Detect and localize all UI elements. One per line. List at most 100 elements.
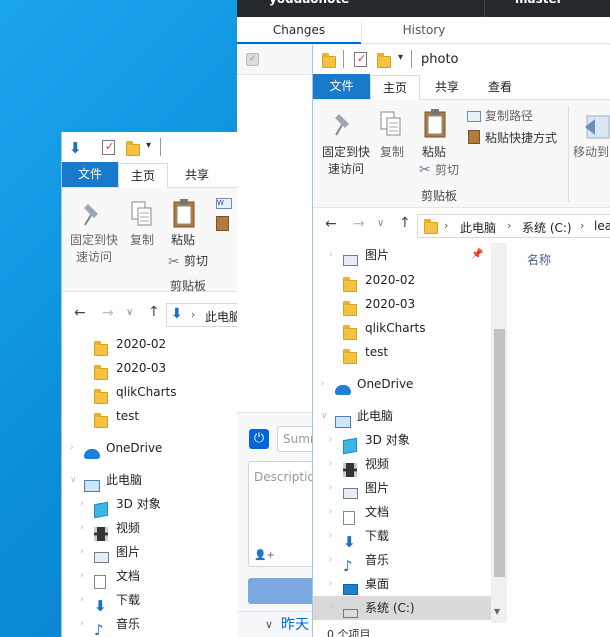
tree-item[interactable]: › 3D 对象 [62,492,242,518]
tab-view[interactable]: 查看 [476,75,524,99]
expand-chevron-icon[interactable]: › [329,548,333,572]
tree-item[interactable]: › 图片 [313,476,491,500]
summary-input[interactable]: Summ [277,426,322,452]
tree-item[interactable]: qlikCharts [313,316,491,340]
back-arrow-icon[interactable]: ← [325,216,337,232]
tree-item[interactable]: › 视频 [313,452,491,477]
tab-file[interactable]: 文件 [62,162,118,187]
quick-access-customize-icon[interactable]: ▾ [398,52,403,63]
breadcrumb-folder-partial[interactable]: lea [594,219,610,233]
tab-history[interactable]: History [362,17,486,44]
expand-chevron-icon[interactable]: › [329,524,333,548]
navigation-scrollbar[interactable]: ▼ [491,243,507,623]
copy-button[interactable]: 复制 [125,232,159,249]
cut-button[interactable]: 剪切 [435,162,465,179]
quick-access-customize-icon[interactable]: ▾ [146,140,151,151]
properties-icon[interactable]: ✓ [102,140,115,155]
address-bar[interactable]: ⬇ › 此电脑 [166,303,246,327]
expand-chevron-icon[interactable]: › [80,588,84,612]
expand-chevron-icon[interactable]: › [80,492,84,516]
breadcrumb-this-pc[interactable]: 此电脑 [460,219,496,236]
tree-item[interactable]: qlikCharts [62,380,242,404]
commit-button[interactable] [248,578,317,604]
tree-item[interactable]: › ♪ 音乐 [62,612,242,637]
tree-item[interactable]: ∨ 此电脑 [62,468,242,492]
properties-icon[interactable]: ✓ [354,52,367,67]
tree-item[interactable]: ∨ 此电脑 [313,404,491,428]
expand-chevron-icon[interactable]: › [80,516,84,540]
tree-item[interactable]: 2020-03 [313,292,491,316]
tree-item[interactable]: › 3D 对象 [313,428,491,454]
tree-item[interactable]: › 桌面 [313,572,491,596]
expand-chevron-icon[interactable]: › [80,564,84,588]
expand-chevron-icon[interactable]: › [329,500,333,524]
tree-item[interactable]: › 图片 📌 [313,243,491,267]
current-branch[interactable]: master [485,0,610,17]
paste-button[interactable]: 粘贴 [166,232,200,249]
quick-access-down-arrow-icon[interactable]: ⬇ [69,139,82,157]
tab-share[interactable]: 共享 [172,163,222,187]
expand-chevron-icon[interactable]: › [329,243,333,267]
expand-chevron-icon[interactable]: › [329,428,333,452]
pin-quick-access-button[interactable]: 固定到快速访问 [317,144,375,178]
tab-home[interactable]: 主页 [370,75,420,100]
scrollbar-thumb[interactable] [494,329,505,577]
expand-chevron-icon[interactable]: › [321,372,325,396]
breadcrumb-this-pc[interactable]: 此电脑 [205,308,241,325]
tree-item[interactable]: › 图片 [62,540,242,564]
tree-item[interactable]: test [313,340,491,364]
tree-item[interactable]: 2020-02 [62,332,242,356]
pin-icon[interactable]: 📌 [471,243,483,267]
copy-path-icon[interactable]: W [216,198,232,209]
tree-item[interactable]: › OneDrive [313,372,491,396]
copy-path-button[interactable]: 复制路径 [485,108,555,125]
move-to-button[interactable]: 移动到 [573,144,610,161]
scroll-down-arrow-icon[interactable]: ▼ [494,607,500,616]
tree-item[interactable]: › ⬇ 下载 [62,588,242,615]
paste-shortcut-button[interactable]: 粘贴快捷方式 [485,130,571,147]
new-folder-icon[interactable] [377,52,391,68]
address-bar[interactable]: › 此电脑 › 系统 (C:) › lea [417,214,610,238]
expand-chevron-icon[interactable]: › [70,436,74,460]
forward-arrow-icon[interactable]: → [102,305,114,321]
select-all-checkbox[interactable]: ✓ [246,53,259,66]
expand-chevron-icon[interactable]: › [329,452,333,476]
add-coauthor-icon[interactable]: 👤+ [254,550,275,561]
expand-chevron-icon[interactable]: › [80,612,84,636]
paste-button[interactable]: 粘贴 [417,144,451,161]
tree-item[interactable]: › OneDrive [62,436,242,460]
tree-item[interactable]: 2020-03 [62,356,242,380]
description-input[interactable]: Description 👤+ [248,461,322,567]
current-repository[interactable]: youdaonote [237,0,485,17]
tab-home[interactable]: 主页 [118,163,168,188]
expand-chevron-icon[interactable]: › [329,476,333,500]
name-column-header[interactable]: 名称 [527,251,551,268]
back-arrow-icon[interactable]: ← [74,305,86,321]
expand-chevron-icon[interactable]: ∨ [70,468,77,492]
new-folder-icon[interactable] [126,140,140,156]
tab-file[interactable]: 文件 [313,74,370,99]
recent-locations-chevron-icon[interactable]: ∨ [126,307,133,318]
up-arrow-icon[interactable]: ↑ [399,215,411,231]
expand-chevron-icon[interactable]: › [329,596,333,620]
breadcrumb-drive[interactable]: 系统 (C:) [522,219,572,236]
expand-chevron-icon[interactable]: › [329,572,333,596]
copy-button[interactable]: 复制 [375,144,409,161]
expand-chevron-icon[interactable]: ∨ [321,404,328,428]
tree-item[interactable]: › ⬇ 下载 [313,524,491,551]
tree-item[interactable]: › ♪ 音乐 [313,548,491,575]
forward-arrow-icon[interactable]: → [353,216,365,232]
expand-chevron-icon[interactable]: ∨ [265,618,273,631]
tab-changes[interactable]: Changes [237,17,361,44]
paste-shortcut-icon[interactable] [216,216,229,231]
recent-locations-chevron-icon[interactable]: ∨ [377,218,384,229]
tab-share[interactable]: 共享 [423,75,471,99]
tree-item[interactable]: › 系统 (C:) [313,596,491,620]
cut-button[interactable]: 剪切 [184,253,214,270]
expand-chevron-icon[interactable]: › [80,540,84,564]
pin-quick-access-button[interactable]: 固定到快速访问 [66,232,122,266]
tree-item[interactable]: › 文档 [62,564,242,589]
up-arrow-icon[interactable]: ↑ [148,304,160,320]
tree-item[interactable]: › 视频 [62,516,242,541]
tree-item[interactable]: 2020-02 [313,268,491,292]
